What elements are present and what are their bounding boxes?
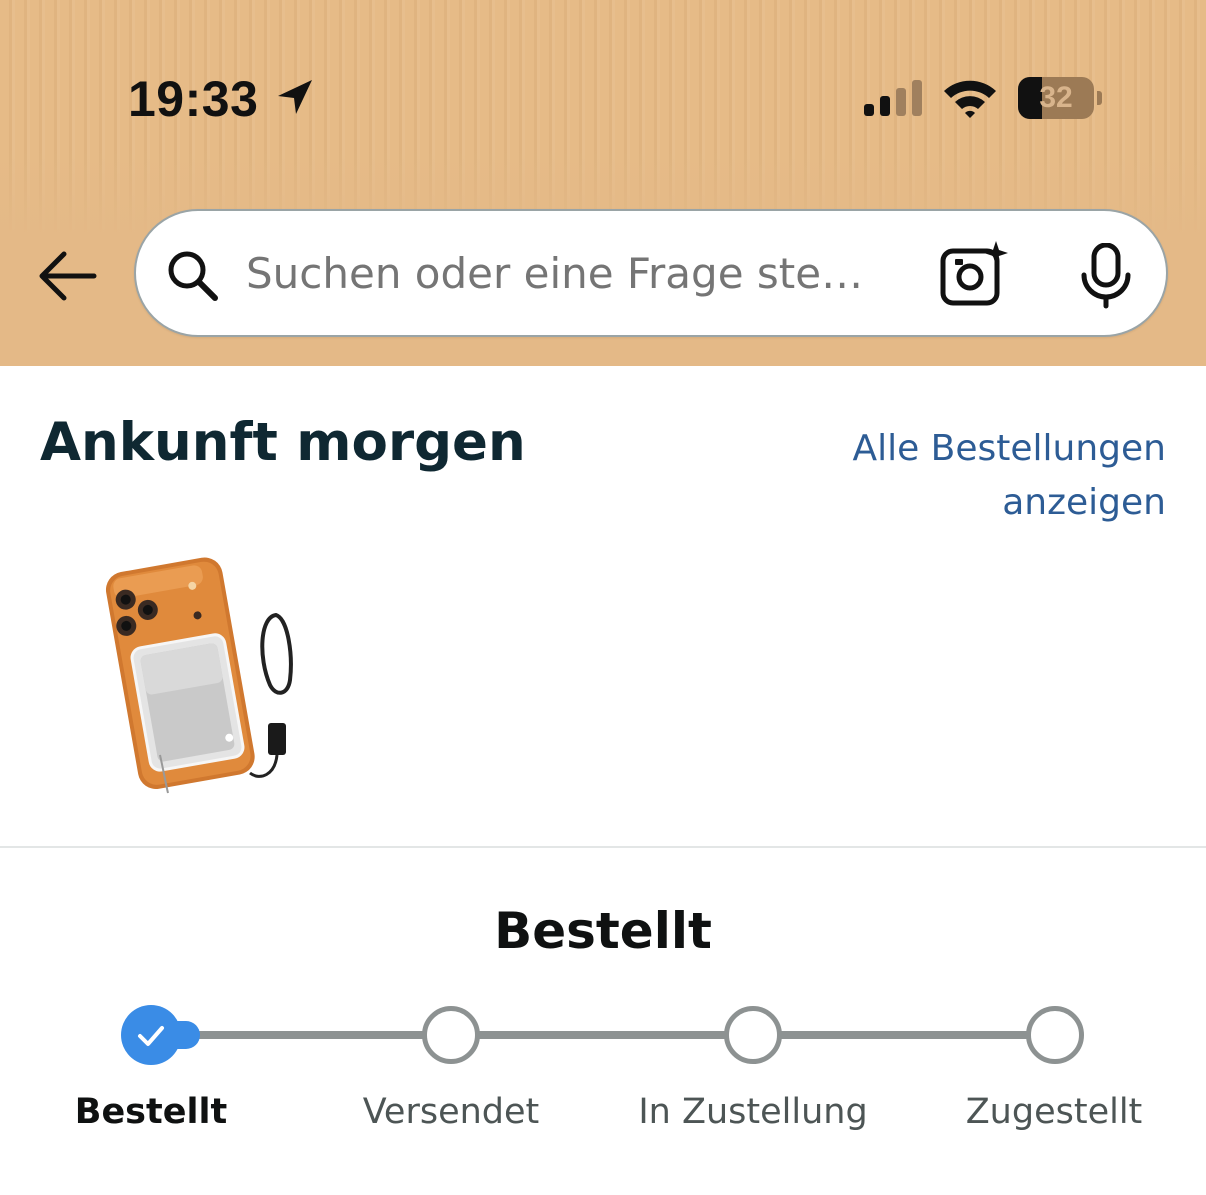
progress-segment <box>478 1031 728 1039</box>
search-bar[interactable] <box>134 209 1168 337</box>
progress-segment <box>180 1031 426 1039</box>
search-icon <box>168 251 218 301</box>
search-input[interactable] <box>246 241 896 307</box>
cellular-signal-icon <box>864 80 922 116</box>
order-status-heading: Bestellt <box>494 902 712 960</box>
app-header: 19:33 32 <box>0 0 1206 366</box>
progress-segment <box>780 1031 1030 1039</box>
back-arrow-icon[interactable] <box>34 246 98 306</box>
product-image[interactable] <box>100 545 310 805</box>
step-node-shipped <box>422 1006 480 1064</box>
all-orders-link-line2[interactable]: anzeigen <box>746 476 1166 530</box>
camera-lens-icon[interactable] <box>940 241 1010 307</box>
checkmark-icon <box>138 1026 164 1046</box>
step-label-ordered: Bestellt <box>74 1092 228 1132</box>
wifi-icon <box>944 80 996 118</box>
location-arrow-icon <box>278 80 312 114</box>
step-node-delivered <box>1026 1006 1084 1064</box>
battery-level: 32 <box>1039 81 1073 114</box>
status-time: 19:33 <box>128 71 259 127</box>
step-node-ordered <box>121 1005 181 1065</box>
step-node-out-for-delivery <box>724 1006 782 1064</box>
all-orders-link-line1[interactable]: Alle Bestellungen <box>746 422 1166 476</box>
all-orders-link[interactable]: Alle Bestellungen anzeigen <box>746 422 1166 530</box>
step-label-shipped: Versendet <box>362 1092 540 1132</box>
battery-icon: 32 <box>1018 77 1102 119</box>
step-label-delivered: Zugestellt <box>965 1092 1143 1132</box>
status-bar: 19:33 32 <box>0 0 1206 200</box>
arrival-title: Ankunft morgen <box>40 412 526 473</box>
section-divider <box>0 846 1206 848</box>
step-label-out-for-delivery: In Zustellung <box>638 1092 868 1132</box>
microphone-icon[interactable] <box>1076 243 1136 309</box>
